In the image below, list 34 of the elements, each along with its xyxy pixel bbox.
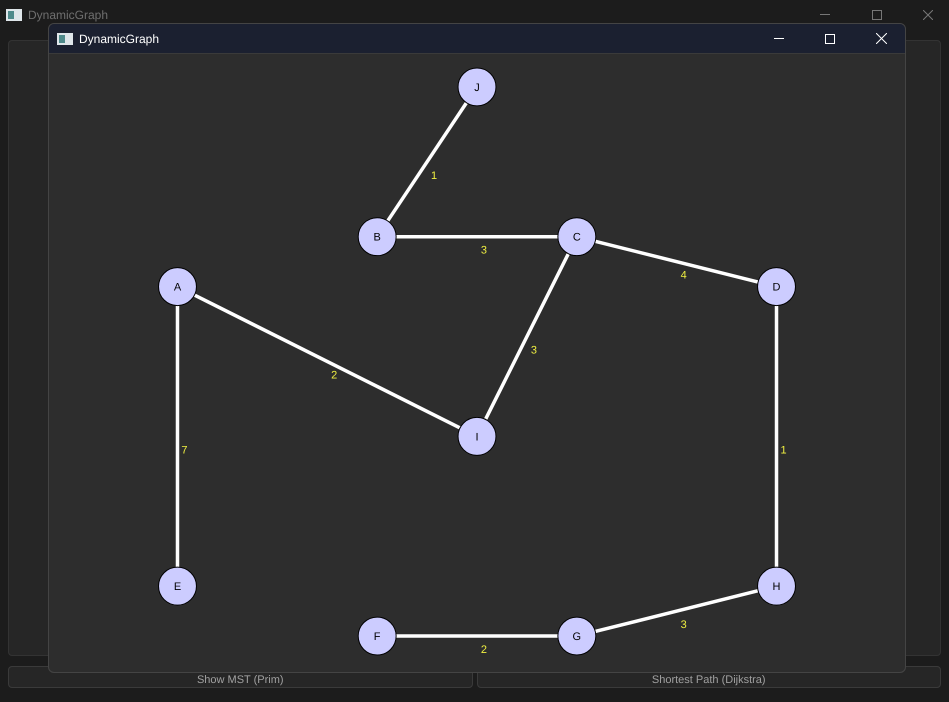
node-label: D	[772, 282, 780, 294]
node-label: A	[174, 282, 182, 294]
app-icon	[6, 9, 22, 21]
edge-weight: 3	[680, 619, 687, 632]
app-icon	[57, 32, 73, 44]
graph-node	[757, 267, 796, 306]
edge-weight: 2	[331, 369, 338, 382]
node-label: B	[374, 232, 381, 244]
edge-weight: 4	[680, 270, 687, 282]
graph-node	[158, 566, 197, 606]
graph-node	[458, 67, 496, 106]
node-label: E	[174, 581, 182, 594]
node-label: H	[772, 581, 780, 594]
graph-node	[458, 416, 496, 456]
window-title: DynamicGraph	[28, 7, 108, 24]
graph-node	[557, 217, 596, 256]
edge-weight: 3	[480, 244, 488, 257]
graph-node	[158, 267, 197, 306]
minimize-icon[interactable]	[774, 38, 784, 40]
node-label: C	[572, 232, 581, 244]
graph-node	[557, 616, 596, 656]
edge-weight: 7	[181, 444, 188, 456]
node-label: F	[374, 631, 381, 644]
window-title: DynamicGraph	[79, 30, 160, 48]
graph-node	[757, 566, 796, 606]
node-label: I	[475, 431, 479, 444]
graph-node	[358, 616, 397, 656]
node-label: G	[572, 631, 582, 644]
edge-weight: 1	[431, 170, 438, 182]
graph-node	[358, 217, 397, 256]
edge-weight: 1	[780, 444, 787, 456]
edge-weight: 2	[480, 644, 488, 656]
edge-weight: 3	[530, 344, 537, 357]
node-label: J	[474, 82, 480, 94]
